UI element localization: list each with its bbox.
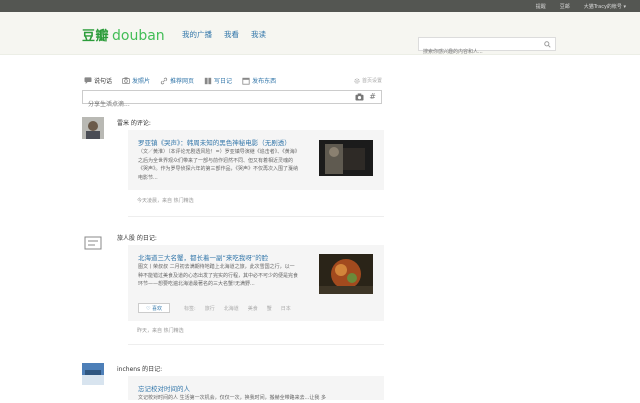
speech-icon	[84, 77, 92, 84]
feed-divider	[128, 216, 384, 217]
tag-item[interactable]: 蟹	[267, 305, 272, 312]
publish-toolbar: 说句话 发照片 推荐网页 写日记 发布东西	[84, 76, 286, 85]
feed-thumbnail[interactable]	[319, 254, 373, 294]
nav-link-watch[interactable]: 我看	[224, 29, 239, 40]
tool-say[interactable]: 说句话	[84, 76, 112, 85]
tool-post-label: 发布东西	[252, 78, 277, 85]
tag-item[interactable]: 美食	[248, 305, 258, 312]
book-icon	[204, 77, 212, 84]
avatar[interactable]	[82, 117, 104, 139]
feed-meta: 昨天，来自 热门精选	[137, 328, 184, 334]
logo-en: douban	[112, 28, 165, 44]
feed-title[interactable]: 忘记校对时间的人	[138, 383, 190, 393]
tag-label: 标签:	[184, 305, 196, 312]
feed-actions: ♡ 喜欢 标签: 旅行 北海道 美食 蟹 日本	[138, 303, 300, 313]
feed-desc: （文／黄淮）（本评论无剧透风险！=）罗亚镇导演继《追击者》、《黄海》之后为全世界…	[138, 149, 299, 181]
tool-say-label: 说句话	[94, 78, 113, 85]
feed-card[interactable]: 罗亚镇《哭声》：韩周未知的黑色神秘电影（无剧透） （文／黄淮）（本评论无剧透风险…	[128, 130, 384, 190]
tag-item[interactable]: 旅行	[205, 305, 215, 312]
feed-item: 旅人股 的日记: 北海道三大名蟹，都长着一副“来吃我呀”的脸 图文丨荣叔叔 二月…	[82, 232, 384, 352]
like-button[interactable]: ♡ 喜欢	[138, 303, 170, 313]
topbar-link-account[interactable]: 大猫Tracy的帐号 ▾	[584, 3, 626, 10]
feed-desc: 文记校对时间的人 生活第一次机会，仅仅一次，换我时间，搬赫全带路来去...让我 …	[138, 395, 326, 401]
feed-actor[interactable]: 雷米 的评论:	[117, 118, 151, 127]
main-nav: 豆瓣 douban 我的广播 我看 我读	[0, 12, 640, 58]
gear-icon	[354, 77, 360, 84]
status-input[interactable]	[83, 98, 348, 111]
feed-card[interactable]: 忘记校对时间的人 文记校对时间的人 生活第一次机会，仅仅一次，换我时间，搬赫全带…	[128, 376, 384, 401]
camera-icon[interactable]	[355, 93, 364, 101]
status-box: #	[82, 90, 382, 111]
tool-post[interactable]: 发布东西	[242, 76, 276, 85]
tool-photo[interactable]: 发照片	[122, 76, 150, 85]
search-box	[418, 37, 556, 58]
douban-logo[interactable]: 豆瓣 douban	[82, 25, 165, 44]
feed-meta: 今天凌晨，来自 热门精选	[137, 198, 194, 204]
topbar-link-doumail[interactable]: 豆邮	[560, 3, 570, 10]
search-icon[interactable]	[544, 41, 551, 48]
tag-list: 标签: 旅行 北海道 美食 蟹 日本	[184, 305, 300, 312]
logo-cn: 豆瓣	[82, 29, 110, 44]
feed-item: 雷米 的评论: 罗亚镇《哭声》：韩周未知的黑色神秘电影（无剧透） （文／黄淮）（…	[82, 117, 384, 217]
tool-diary[interactable]: 写日记	[204, 76, 232, 85]
tag-item[interactable]: 北海道	[224, 305, 239, 312]
tool-link[interactable]: 推荐网页	[160, 76, 194, 85]
feed-card[interactable]: 北海道三大名蟹，都长着一副“来吃我呀”的脸 图文丨荣叔叔 二月初去满期待地踏上北…	[128, 245, 384, 321]
feed-desc: 图文丨荣叔叔 二月初去满期待地踏上北海道之旅，此次雪国之行，以一种不能错过美食及…	[138, 264, 299, 287]
link-icon	[160, 77, 168, 84]
feed-actor[interactable]: 旅人股 的日记:	[117, 233, 157, 242]
camera-icon	[122, 77, 130, 84]
tool-diary-label: 写日记	[214, 78, 233, 85]
nav-link-read[interactable]: 我读	[251, 29, 266, 40]
top-bar: 提醒 豆邮 大猫Tracy的帐号 ▾	[0, 0, 640, 12]
topbar-link-notifications[interactable]: 提醒	[536, 3, 546, 10]
tool-link-label: 推荐网页	[170, 78, 195, 85]
feed-actor[interactable]: inchens 的日记:	[117, 364, 162, 373]
feed-divider	[128, 344, 384, 345]
home-settings-label: 首页设置	[362, 78, 383, 84]
home-settings[interactable]: 首页设置	[354, 77, 382, 84]
feed-item: inchens 的日记: 忘记校对时间的人 文记校对时间的人 生活第一次机会，仅…	[82, 363, 384, 401]
feed-thumbnail[interactable]	[319, 140, 373, 176]
tool-photo-label: 发照片	[132, 78, 151, 85]
tag-item[interactable]: 日本	[281, 305, 291, 312]
feed-title[interactable]: 罗亚镇《哭声》：韩周未知的黑色神秘电影（无剧透）	[138, 137, 291, 147]
feed-title[interactable]: 北海道三大名蟹，都长着一副“来吃我呀”的脸	[138, 252, 268, 262]
avatar[interactable]	[82, 232, 104, 254]
topic-hash-button[interactable]: #	[369, 92, 376, 101]
shop-icon	[242, 77, 250, 85]
search-input[interactable]	[419, 46, 541, 58]
nav-link-broadcast[interactable]: 我的广播	[182, 29, 212, 40]
avatar[interactable]	[82, 363, 104, 385]
